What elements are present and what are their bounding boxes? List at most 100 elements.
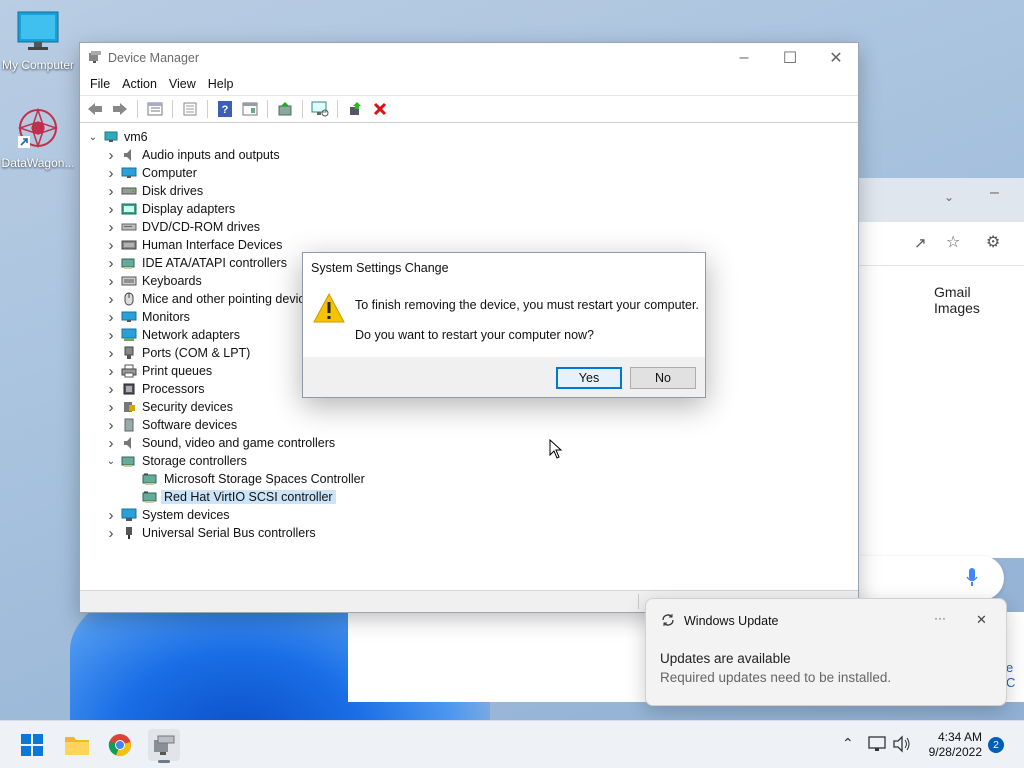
chevron-right-icon[interactable]: › (104, 291, 118, 308)
tree-category[interactable]: › System devices (80, 506, 858, 524)
volume-icon[interactable] (892, 735, 912, 756)
tree-device-label: Microsoft Storage Spaces Controller (164, 472, 365, 486)
file-explorer-button[interactable] (61, 729, 93, 761)
tree-category[interactable]: › Computer (80, 164, 858, 182)
toolbar: ? (80, 95, 858, 123)
tree-category[interactable]: › Sound, video and game controllers (80, 434, 858, 452)
chevron-right-icon[interactable]: › (104, 525, 118, 542)
chevron-down-icon[interactable]: ⌄ (944, 190, 954, 204)
gmail-link[interactable]: Gmail (934, 284, 971, 300)
forward-icon[interactable] (109, 98, 131, 120)
uninstall-device-icon[interactable] (369, 98, 391, 120)
sound-controller-icon (120, 435, 138, 451)
tree-category[interactable]: › Audio inputs and outputs (80, 146, 858, 164)
tree-category[interactable]: › Disk drives (80, 182, 858, 200)
bookmark-star-icon[interactable]: ☆ (946, 232, 960, 252)
extensions-icon[interactable]: ⚙ (986, 232, 1000, 252)
help-icon[interactable]: ? (214, 98, 236, 120)
google-search-bar[interactable] (858, 556, 1004, 600)
tree-category-label: Audio inputs and outputs (142, 148, 280, 162)
chrome-button[interactable] (104, 729, 136, 761)
chevron-right-icon[interactable]: › (104, 219, 118, 236)
maximize-button[interactable]: ☐ (767, 43, 813, 73)
windows-logo-icon (21, 734, 43, 756)
enable-device-icon[interactable] (344, 98, 366, 120)
desktop-icon-label: My Computer (1, 58, 75, 72)
desktop-icon-datawagon[interactable]: DataWagon... (0, 106, 76, 170)
notification-badge[interactable]: 2 (988, 737, 1004, 753)
chevron-down-icon[interactable]: ⌄ (104, 456, 118, 467)
menu-file[interactable]: File (84, 77, 116, 91)
yes-button[interactable]: Yes (556, 367, 622, 389)
chevron-right-icon[interactable]: › (104, 399, 118, 416)
chevron-right-icon[interactable]: › (104, 183, 118, 200)
ide-controller-icon (120, 255, 138, 271)
tree-category[interactable]: › Software devices (80, 416, 858, 434)
chevron-right-icon[interactable]: › (104, 201, 118, 218)
tree-category[interactable]: ⌄ Storage controllers (80, 452, 858, 470)
tree-device[interactable]: Red Hat VirtIO SCSI controller (80, 488, 858, 506)
start-button[interactable] (16, 729, 48, 761)
show-hidden-icons-chevron-icon[interactable]: ⌃ (842, 735, 854, 752)
tree-category[interactable]: › Security devices (80, 398, 858, 416)
tree-category-label: System devices (142, 508, 230, 522)
more-options-icon[interactable]: ··· (934, 611, 946, 625)
chevron-right-icon[interactable]: › (104, 273, 118, 290)
chrome-partial-link[interactable]: e C (1006, 660, 1024, 690)
share-icon[interactable]: ↗ (914, 234, 927, 252)
chevron-right-icon[interactable]: › (104, 345, 118, 362)
chevron-right-icon[interactable]: › (104, 255, 118, 272)
tree-root[interactable]: ⌄ vm6 (80, 128, 858, 146)
minimize-icon[interactable]: – (990, 184, 999, 202)
chrome-window: ⌄ – ↗ ☆ ⚙ Gmail Images (858, 178, 1024, 558)
warning-icon (313, 292, 345, 326)
keyboard-icon (120, 273, 138, 289)
tree-category-label: Computer (142, 166, 197, 180)
back-icon[interactable] (84, 98, 106, 120)
chevron-right-icon[interactable]: › (104, 327, 118, 344)
menu-action[interactable]: Action (116, 77, 163, 91)
chevron-right-icon[interactable]: › (104, 363, 118, 380)
monitor-icon (0, 10, 76, 55)
update-driver-icon[interactable] (274, 98, 296, 120)
processor-icon (120, 381, 138, 397)
scan-hardware-icon[interactable] (309, 98, 331, 120)
tree-category[interactable]: › Universal Serial Bus controllers (80, 524, 858, 542)
clock[interactable]: 4:34 AM 9/28/2022 (929, 730, 982, 760)
show-hidden-icon[interactable] (179, 98, 201, 120)
tree-category-label: IDE ATA/ATAPI controllers (142, 256, 287, 270)
tree-category-label: Print queues (142, 364, 213, 378)
dialog-message: To finish removing the device, you must … (355, 298, 699, 312)
tree-category[interactable]: › DVD/CD-ROM drives (80, 218, 858, 236)
no-button[interactable]: No (630, 367, 696, 389)
minimize-button[interactable]: – (721, 43, 767, 73)
tree-category[interactable]: › Display adapters (80, 200, 858, 218)
microphone-icon[interactable] (966, 568, 978, 588)
close-button[interactable]: ✕ (813, 43, 859, 73)
chevron-right-icon[interactable]: › (104, 417, 118, 434)
chevron-right-icon[interactable]: › (104, 147, 118, 164)
chevron-right-icon[interactable]: › (104, 435, 118, 452)
windows-update-toast[interactable]: Windows Update ··· ✕ Updates are availab… (645, 598, 1007, 706)
system-device-icon (120, 507, 138, 523)
desktop-icon-my-computer[interactable]: My Computer (0, 10, 76, 72)
properties-icon[interactable] (239, 98, 261, 120)
chevron-right-icon[interactable]: › (104, 237, 118, 254)
menu-help[interactable]: Help (202, 77, 240, 91)
chevron-down-icon[interactable]: ⌄ (86, 132, 100, 143)
tree-device[interactable]: Microsoft Storage Spaces Controller (80, 470, 858, 488)
tree-category-label: Software devices (142, 418, 238, 432)
network-icon[interactable] (868, 735, 888, 756)
hid-icon (120, 237, 138, 253)
menu-view[interactable]: View (163, 77, 202, 91)
chevron-right-icon[interactable]: › (104, 381, 118, 398)
images-link[interactable]: Images (934, 300, 980, 316)
chevron-right-icon[interactable]: › (104, 309, 118, 326)
computer-icon (120, 165, 138, 181)
chevron-right-icon[interactable]: › (104, 165, 118, 182)
properties-grid-icon[interactable] (144, 98, 166, 120)
security-device-icon (120, 399, 138, 415)
close-icon[interactable]: ✕ (976, 612, 987, 628)
chevron-right-icon[interactable]: › (104, 507, 118, 524)
device-manager-taskbar-button[interactable] (148, 729, 180, 763)
